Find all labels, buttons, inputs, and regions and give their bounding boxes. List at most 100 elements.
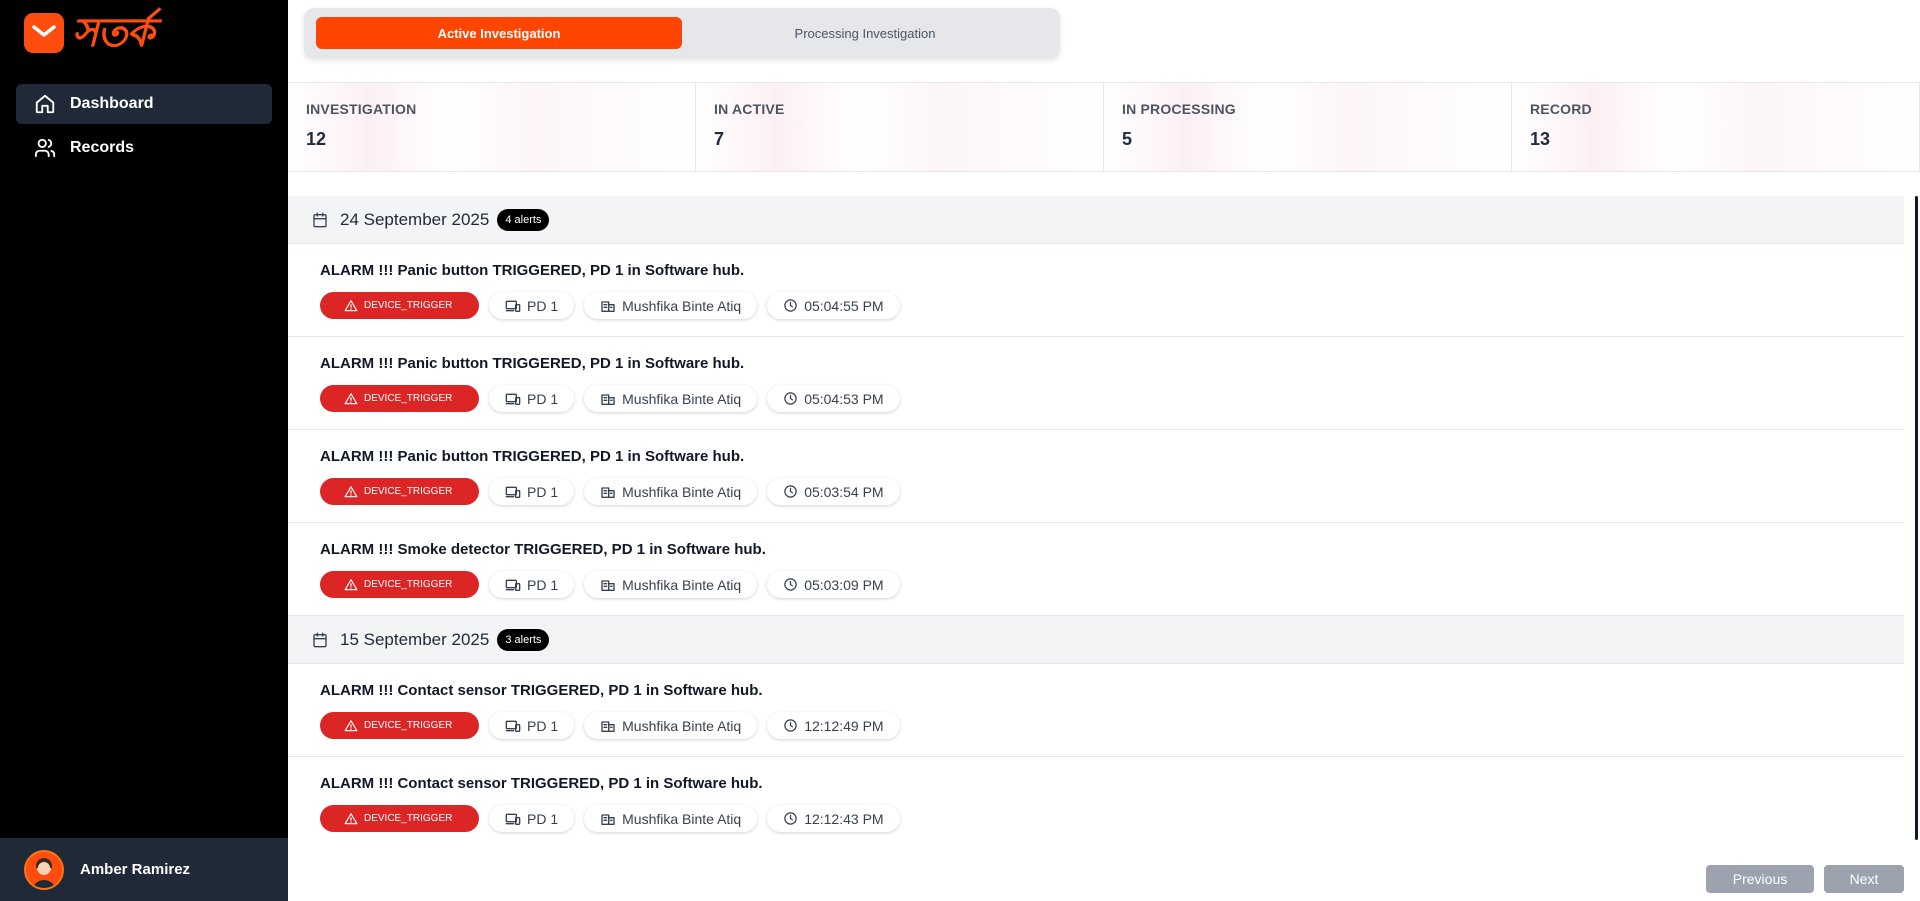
warning-icon	[344, 485, 358, 497]
user-label: Mushfika Binte Atiq	[622, 297, 742, 314]
tab-active-investigation[interactable]: Active Investigation	[316, 17, 682, 49]
clock-icon	[784, 578, 797, 591]
stat-label: INVESTIGATION	[306, 101, 417, 117]
trigger-type-label: DEVICE_TRIGGER	[364, 393, 453, 404]
devices-icon	[505, 579, 521, 591]
alert-row[interactable]: ALARM !!! Contact sensor TRIGGERED, PD 1…	[288, 664, 1904, 757]
trigger-type-chip: DEVICE_TRIGGER	[320, 292, 479, 319]
trigger-type-label: DEVICE_TRIGGER	[364, 720, 453, 731]
device-chip: PD 1	[489, 805, 575, 832]
time-chip: 05:04:55 PM	[767, 292, 900, 319]
warning-icon	[344, 812, 358, 824]
sidebar-item-records[interactable]: Records	[16, 128, 272, 168]
alert-count-badge: 3 alerts	[497, 628, 550, 651]
user-profile[interactable]: Amber Ramirez	[0, 838, 288, 901]
building-icon	[601, 486, 615, 498]
stat-label: RECORD	[1530, 101, 1592, 117]
warning-icon	[344, 299, 358, 311]
users-icon	[34, 138, 56, 158]
user-label: Mushfika Binte Atiq	[622, 390, 742, 407]
trigger-type-label: DEVICE_TRIGGER	[364, 813, 453, 824]
group-date: 15 September 2025	[340, 629, 490, 649]
alert-row[interactable]: ALARM !!! Panic button TRIGGERED, PD 1 i…	[288, 244, 1904, 337]
device-chip: PD 1	[489, 385, 575, 412]
alert-title: ALARM !!! Panic button TRIGGERED, PD 1 i…	[320, 262, 745, 279]
time-label: 05:04:55 PM	[804, 297, 884, 314]
previous-button[interactable]: Previous	[1706, 865, 1814, 893]
sidebar: সতর্ক Dashboard Records Amber Ramirez	[0, 0, 288, 901]
time-label: 05:03:54 PM	[804, 483, 884, 500]
calendar-icon	[313, 632, 327, 647]
alert-list[interactable]: 24 September 2025 4 alerts ALARM !!! Pan…	[288, 196, 1904, 840]
stat-value: 5	[1122, 129, 1133, 149]
calendar-icon	[313, 212, 327, 227]
stat-value: 13	[1530, 129, 1551, 149]
trigger-type-label: DEVICE_TRIGGER	[364, 486, 453, 497]
stat-investigation: INVESTIGATION 12	[288, 83, 696, 171]
scrollbar[interactable]	[1915, 196, 1918, 840]
device-chip: PD 1	[489, 292, 575, 319]
trigger-type-label: DEVICE_TRIGGER	[364, 300, 453, 311]
time-label: 05:03:09 PM	[804, 576, 884, 593]
user-chip: Mushfika Binte Atiq	[584, 712, 758, 739]
device-label: PD 1	[527, 717, 559, 734]
alert-meta: DEVICE_TRIGGER PD 1 Mushfika Binte Atiq …	[320, 571, 1904, 598]
investigation-tabs: Active Investigation Processing Investig…	[304, 8, 1060, 58]
trigger-type-chip: DEVICE_TRIGGER	[320, 571, 479, 598]
alert-meta: DEVICE_TRIGGER PD 1 Mushfika Binte Atiq …	[320, 805, 1904, 832]
time-label: 12:12:49 PM	[804, 717, 884, 734]
alert-title: ALARM !!! Panic button TRIGGERED, PD 1 i…	[320, 448, 745, 465]
warning-icon	[344, 719, 358, 731]
alert-row[interactable]: ALARM !!! Panic button TRIGGERED, PD 1 i…	[288, 430, 1904, 523]
sidebar-item-dashboard[interactable]: Dashboard	[16, 84, 272, 124]
user-chip: Mushfika Binte Atiq	[584, 385, 758, 412]
alert-title: ALARM !!! Smoke detector TRIGGERED, PD 1…	[320, 541, 766, 558]
devices-icon	[505, 486, 521, 498]
stat-in-processing: IN PROCESSING 5	[1104, 83, 1512, 171]
device-label: PD 1	[527, 483, 559, 500]
stat-record: RECORD 13	[1512, 83, 1920, 171]
date-group-header: 24 September 2025 4 alerts	[288, 196, 1904, 244]
user-label: Mushfika Binte Atiq	[622, 483, 742, 500]
user-chip: Mushfika Binte Atiq	[584, 478, 758, 505]
next-button[interactable]: Next	[1824, 865, 1904, 893]
stat-value: 12	[306, 129, 327, 149]
devices-icon	[505, 393, 521, 405]
user-chip: Mushfika Binte Atiq	[584, 292, 758, 319]
device-label: PD 1	[527, 390, 559, 407]
clock-icon	[784, 392, 797, 405]
alert-title: ALARM !!! Contact sensor TRIGGERED, PD 1…	[320, 775, 763, 792]
device-chip: PD 1	[489, 571, 575, 598]
alert-row[interactable]: ALARM !!! Panic button TRIGGERED, PD 1 i…	[288, 337, 1904, 430]
alert-row[interactable]: ALARM !!! Contact sensor TRIGGERED, PD 1…	[288, 757, 1904, 840]
home-icon	[35, 94, 55, 114]
time-chip: 05:03:09 PM	[767, 571, 900, 598]
user-label: Mushfika Binte Atiq	[622, 810, 742, 827]
stat-label: IN ACTIVE	[714, 101, 785, 117]
device-label: PD 1	[527, 297, 559, 314]
alert-title: ALARM !!! Contact sensor TRIGGERED, PD 1…	[320, 682, 763, 699]
logo-mark-icon	[24, 13, 64, 53]
clock-icon	[784, 719, 797, 732]
device-label: PD 1	[527, 576, 559, 593]
alert-row[interactable]: ALARM !!! Smoke detector TRIGGERED, PD 1…	[288, 523, 1904, 616]
devices-icon	[505, 813, 521, 825]
building-icon	[601, 720, 615, 732]
time-chip: 05:04:53 PM	[767, 385, 900, 412]
user-label: Mushfika Binte Atiq	[622, 717, 742, 734]
devices-icon	[505, 300, 521, 312]
alert-count-badge: 4 alerts	[497, 208, 550, 231]
alert-meta: DEVICE_TRIGGER PD 1 Mushfika Binte Atiq …	[320, 292, 1904, 319]
warning-icon	[344, 392, 358, 404]
time-label: 05:04:53 PM	[804, 390, 884, 407]
sidebar-item-label: Dashboard	[70, 95, 154, 112]
user-name: Amber Ramirez	[80, 861, 191, 878]
clock-icon	[784, 299, 797, 312]
user-chip: Mushfika Binte Atiq	[584, 571, 758, 598]
clock-icon	[784, 812, 797, 825]
logo-text: সতর্ক	[72, 9, 154, 56]
tab-processing-investigation[interactable]: Processing Investigation	[682, 17, 1048, 49]
devices-icon	[505, 720, 521, 732]
app-logo[interactable]: সতর্ক	[24, 9, 154, 56]
device-chip: PD 1	[489, 712, 575, 739]
